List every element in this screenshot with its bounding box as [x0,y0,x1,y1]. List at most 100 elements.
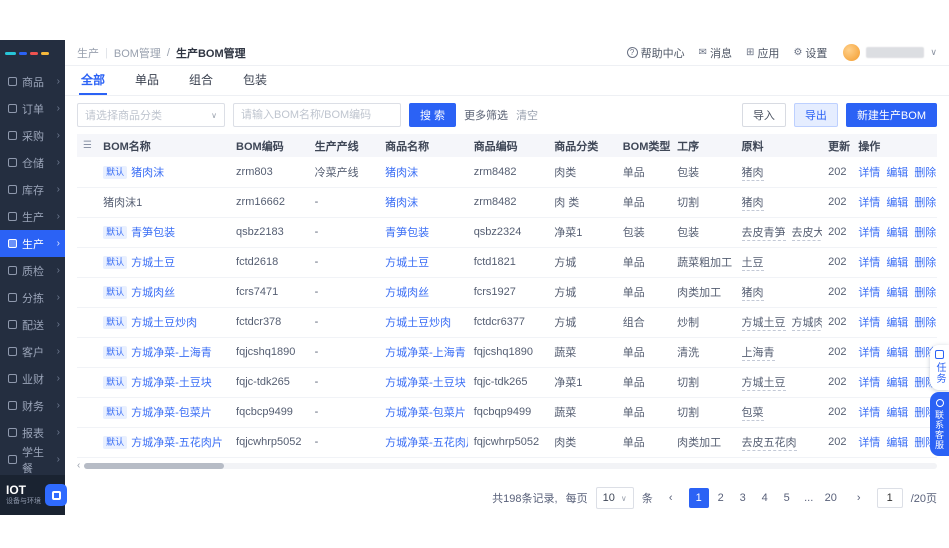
bom-name-link[interactable]: 方城净菜-五花肉片 [131,437,223,449]
category-select[interactable]: 请选择商品分类 ∨ [77,103,225,127]
apps-icon: ⊞ [746,47,754,58]
topbar-apps-button[interactable]: ⊞应用 [746,45,779,61]
detail-link[interactable]: 详情 [858,257,880,269]
sidebar-item-reports[interactable]: 报表› [0,419,65,446]
page-button-20[interactable]: 20 [821,488,841,508]
topbar-message-button[interactable]: ✉消息 [699,45,732,61]
product-name-link[interactable]: 方城净菜-五花肉片 [385,437,468,449]
edit-link[interactable]: 编辑 [886,197,908,209]
edit-link[interactable]: 编辑 [886,257,908,269]
breadcrumb-root[interactable]: 生产 [77,45,99,61]
user-menu-caret-icon[interactable]: ∨ [930,47,937,58]
tab-3[interactable]: 包装 [241,66,269,95]
sidebar-item-delivery[interactable]: 配送› [0,311,65,338]
page-button-1[interactable]: 1 [689,488,709,508]
edit-link[interactable]: 编辑 [886,167,908,179]
chevron-right-icon: › [57,292,60,303]
bom-name-link[interactable]: 青笋包装 [131,227,175,239]
delete-link[interactable]: 删除 [914,227,936,239]
bom-name-link[interactable]: 方城土豆炒肉 [131,317,197,329]
scrollbar-thumb[interactable] [84,463,224,469]
product-name-link[interactable]: 方城净菜-土豆块 [385,377,466,389]
prev-page-button[interactable]: ‹ [661,488,681,508]
edit-link[interactable]: 编辑 [886,407,908,419]
clear-filters-button[interactable]: 清空 [516,107,538,123]
delete-link[interactable]: 删除 [914,197,936,209]
delete-link[interactable]: 删除 [914,257,936,269]
delete-link[interactable]: 删除 [914,317,936,329]
page-button-4[interactable]: 4 [755,488,775,508]
page-jump-input[interactable] [877,488,903,508]
bom-name-link[interactable]: 方城肉丝 [131,287,175,299]
sidebar-item-inventory[interactable]: 库存› [0,176,65,203]
topbar-help-button[interactable]: ?帮助中心 [627,45,685,61]
sidebar-item-biz-finance[interactable]: 业财› [0,365,65,392]
tab-1[interactable]: 单品 [133,66,161,95]
edit-link[interactable]: 编辑 [886,317,908,329]
iot-panel[interactable]: IOT 设备与环境 [0,475,65,515]
bom-name-link[interactable]: 方城净菜-上海青 [131,347,212,359]
detail-link[interactable]: 详情 [858,287,880,299]
page-button-5[interactable]: 5 [777,488,797,508]
detail-link[interactable]: 详情 [858,227,880,239]
edit-link[interactable]: 编辑 [886,287,908,299]
sidebar-item-student-meal[interactable]: 学生餐› [0,446,65,473]
breadcrumb-section[interactable]: BOM管理 [114,45,161,61]
contact-service-floating-button[interactable]: 联系客服 [930,392,949,456]
page-button-2[interactable]: 2 [711,488,731,508]
sidebar-item-finance[interactable]: 财务› [0,392,65,419]
create-bom-button[interactable]: 新建生产BOM [846,103,937,127]
search-button[interactable]: 搜 索 [409,103,456,127]
edit-link[interactable]: 编辑 [886,227,908,239]
sidebar-item-goods[interactable]: 商品› [0,68,65,95]
detail-link[interactable]: 详情 [858,167,880,179]
more-filters-button[interactable]: 更多筛选 [464,107,508,123]
keyword-input[interactable] [233,103,401,127]
tab-0[interactable]: 全部 [79,66,107,95]
topbar-settings-button[interactable]: ⚙设置 [793,45,827,61]
sidebar-item-warehouse[interactable]: 仓储› [0,149,65,176]
tab-2[interactable]: 组合 [187,66,215,95]
product-name-link[interactable]: 方城净菜-上海青 [385,347,466,359]
avatar[interactable] [843,44,860,61]
bom-type-cell: 单品 [617,367,671,397]
product-name-link[interactable]: 猪肉沫 [385,197,418,209]
scroll-left-icon[interactable]: ‹ [77,461,80,471]
product-name-link[interactable]: 方城土豆炒肉 [385,317,451,329]
product-name-link[interactable]: 猪肉沫 [385,167,418,179]
export-button[interactable]: 导出 [794,103,838,127]
sidebar-item-production-1[interactable]: 生产› [0,203,65,230]
sidebar-item-sorting[interactable]: 分拣› [0,284,65,311]
delete-link[interactable]: 删除 [914,287,936,299]
per-page-select[interactable]: 10 ∨ [596,487,634,509]
product-name-link[interactable]: 方城土豆 [385,257,429,269]
sidebar-item-purchase[interactable]: 采购› [0,122,65,149]
detail-link[interactable]: 详情 [858,347,880,359]
sidebar-item-customers[interactable]: 客户› [0,338,65,365]
bom-name-link[interactable]: 方城净菜-土豆块 [131,377,212,389]
bom-name-link[interactable]: 方城土豆 [131,257,175,269]
bom-name-link[interactable]: 猪肉沫 [131,167,164,179]
product-name-link[interactable]: 方城肉丝 [385,287,429,299]
edit-link[interactable]: 编辑 [886,347,908,359]
import-button[interactable]: 导入 [742,103,786,127]
bom-name-link[interactable]: 方城净菜-包菜片 [131,407,212,419]
detail-link[interactable]: 详情 [858,407,880,419]
product-name-link[interactable]: 青笋包装 [385,227,429,239]
horizontal-scrollbar[interactable] [84,463,937,469]
next-page-button[interactable]: › [849,488,869,508]
sidebar-item-production-2[interactable]: 生产› [0,230,65,257]
detail-link[interactable]: 详情 [858,197,880,209]
column-settings-header[interactable]: ☰ [77,134,97,157]
edit-link[interactable]: 编辑 [886,437,908,449]
sidebar-item-quality[interactable]: 质检› [0,257,65,284]
edit-link[interactable]: 编辑 [886,377,908,389]
detail-link[interactable]: 详情 [858,317,880,329]
detail-link[interactable]: 详情 [858,377,880,389]
delete-link[interactable]: 删除 [914,167,936,179]
product-name-link[interactable]: 方城净菜-包菜片 [385,407,466,419]
task-floating-button[interactable]: 任务 [930,345,949,390]
detail-link[interactable]: 详情 [858,437,880,449]
page-button-3[interactable]: 3 [733,488,753,508]
sidebar-item-orders[interactable]: 订单› [0,95,65,122]
